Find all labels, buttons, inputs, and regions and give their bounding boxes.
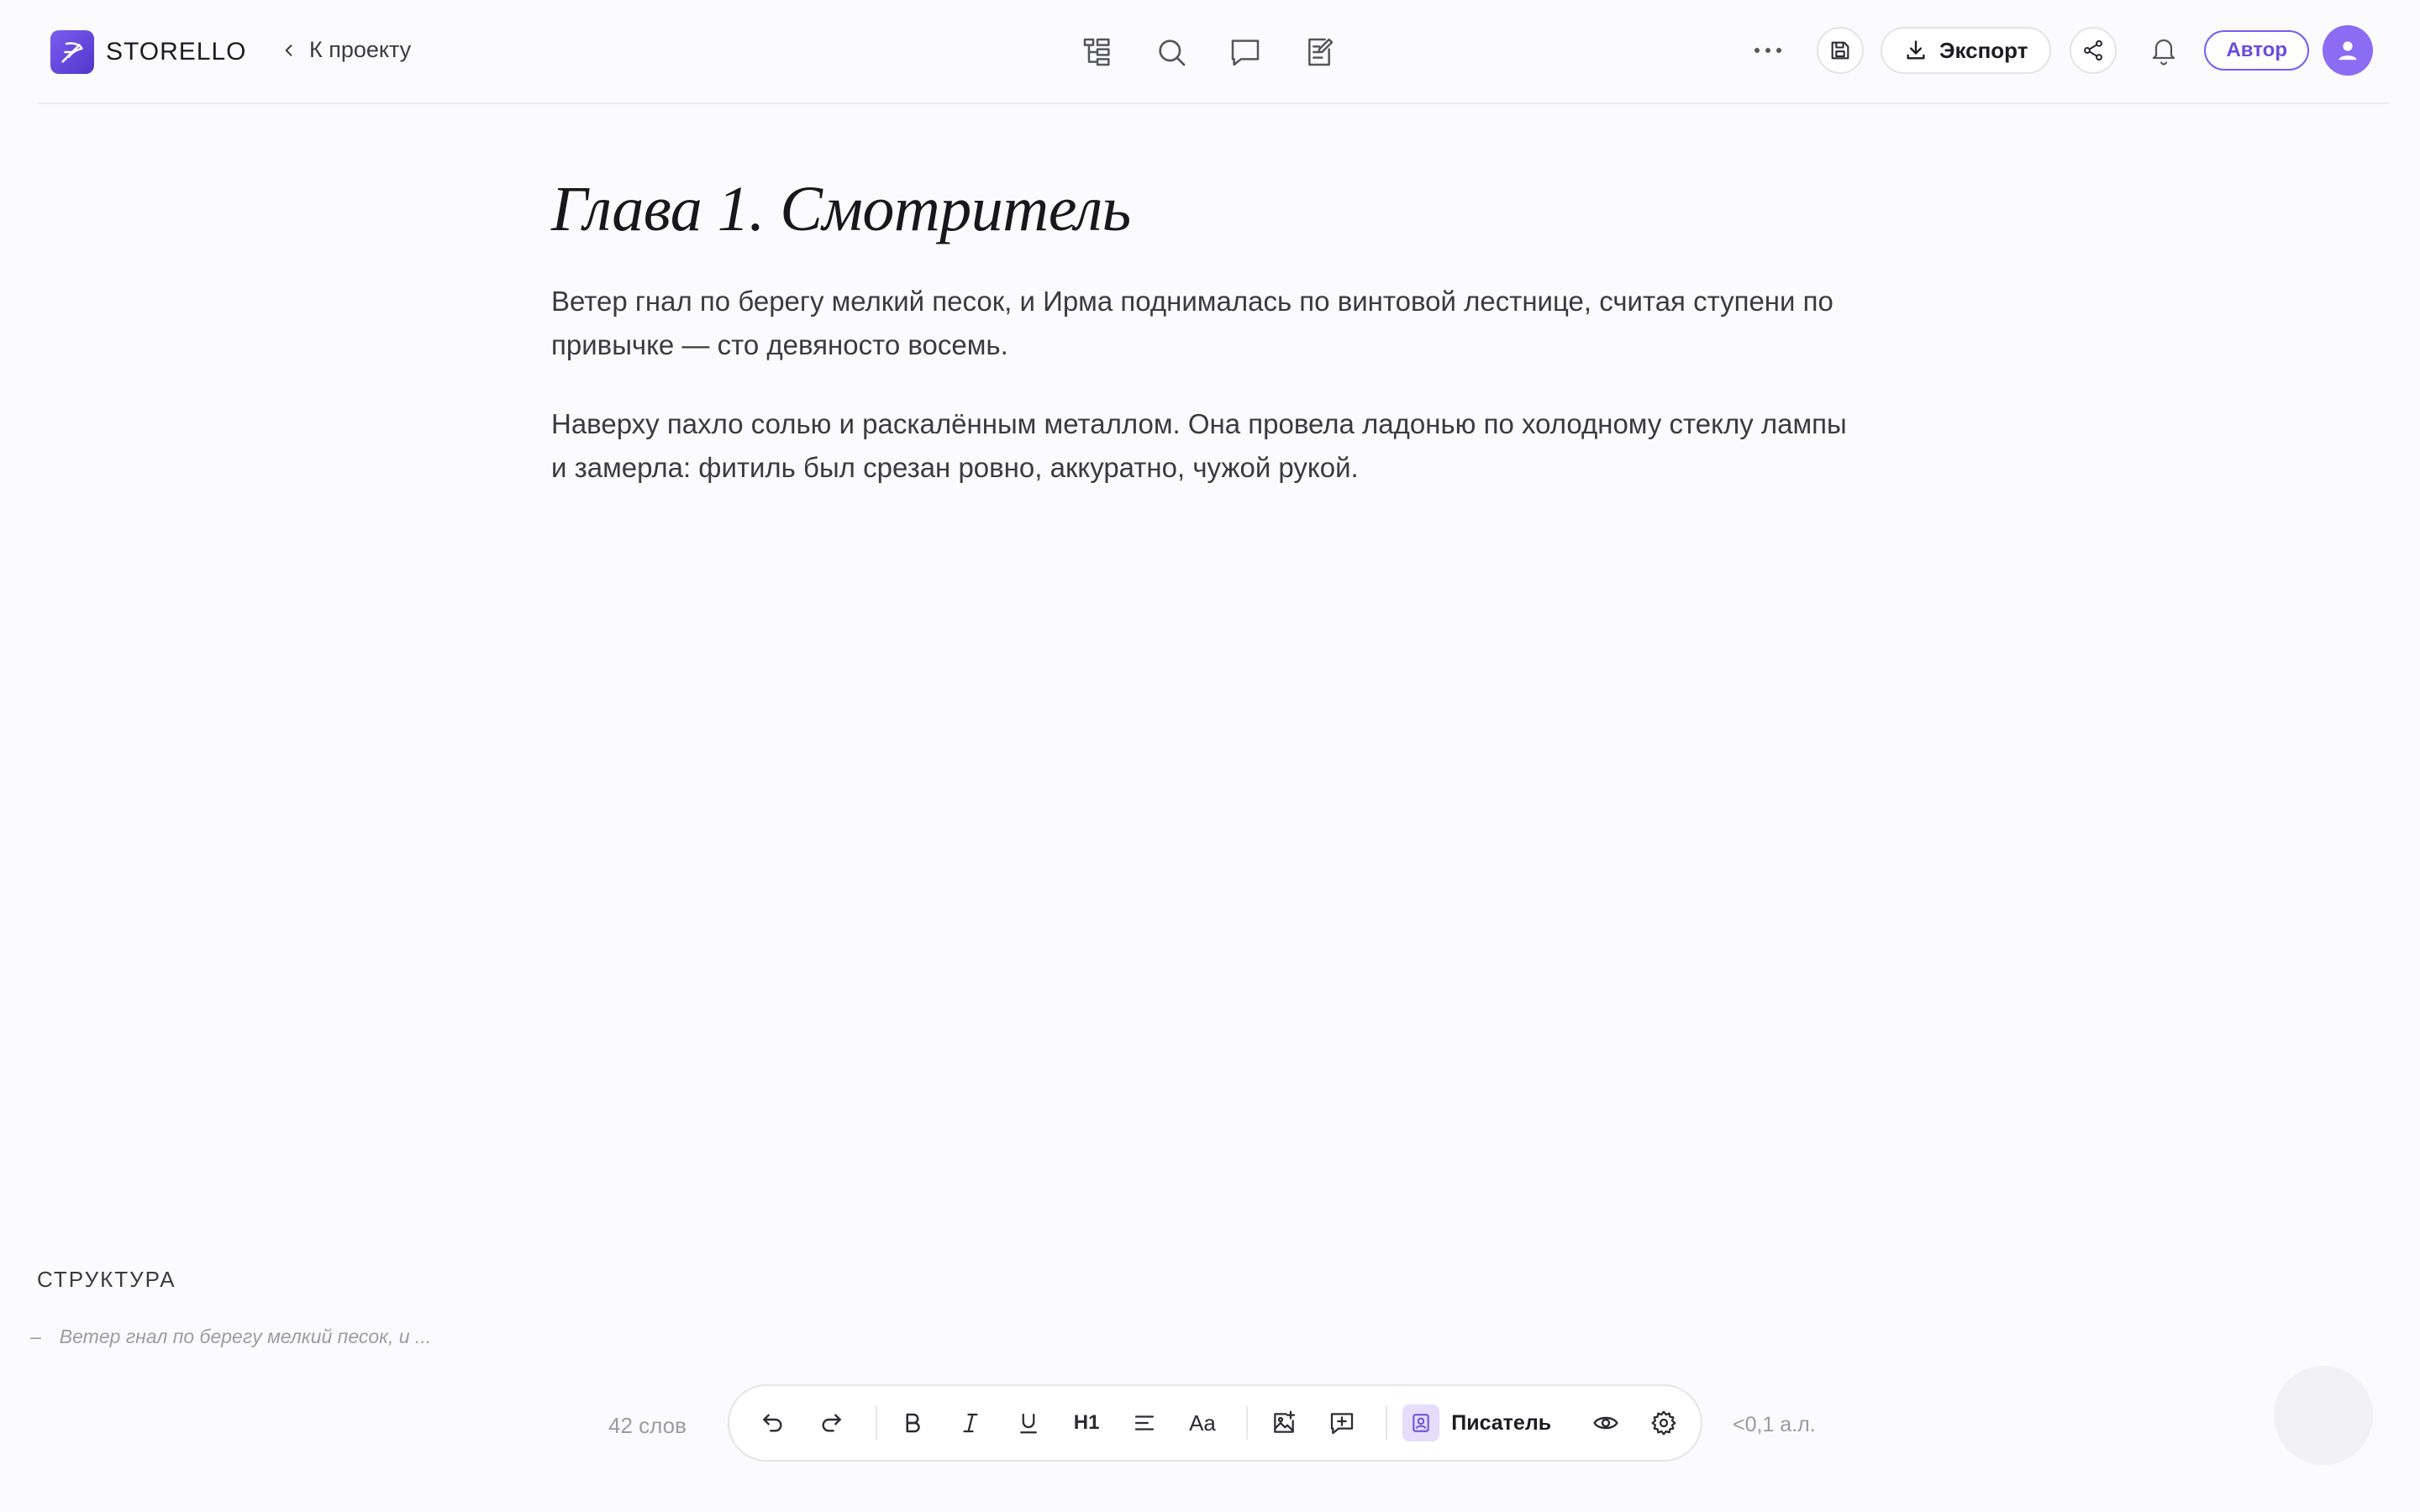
comment-add-icon [1330, 1413, 1353, 1435]
structure-item[interactable]: – Ветер гнал по берегу мелкий песок, и ..… [30, 1326, 431, 1348]
underline-icon [1020, 1413, 1038, 1434]
image-add-icon [1274, 1410, 1296, 1433]
settings-button[interactable] [1643, 1402, 1684, 1444]
undo-button[interactable] [753, 1402, 794, 1444]
role-badge[interactable]: Автор [2204, 30, 2309, 71]
toolbar-divider [1386, 1406, 1388, 1440]
structure-title: СТРУКТУРА [37, 1267, 176, 1292]
writer-profile-icon [1402, 1404, 1440, 1441]
heading-button[interactable]: H1 [1066, 1402, 1107, 1444]
bold-icon [906, 1413, 920, 1433]
insert-image-button[interactable] [1263, 1402, 1304, 1444]
toolbar-divider [1246, 1406, 1249, 1440]
align-button[interactable] [1124, 1402, 1165, 1444]
logo[interactable]: STORELLO [50, 30, 247, 74]
word-count: 42 слов [608, 1413, 687, 1438]
paragraph-2[interactable]: Наверху пахло солью и раскалённым металл… [551, 402, 1862, 490]
italic-button[interactable] [950, 1402, 992, 1444]
italic-icon [963, 1413, 978, 1433]
redo-button[interactable] [811, 1402, 852, 1444]
heading-label: H1 [1073, 1411, 1100, 1434]
add-comment-button[interactable] [1321, 1402, 1362, 1444]
user-avatar[interactable] [2323, 25, 2373, 76]
share-button[interactable] [2070, 27, 2118, 74]
more-options-icon[interactable] [1749, 32, 1786, 69]
paragraph-1[interactable]: Ветер гнал по берегу мелкий песок, и Ирм… [551, 280, 1862, 367]
preview-button[interactable] [1585, 1402, 1626, 1444]
notifications-bell-icon[interactable] [2140, 27, 2187, 74]
save-button[interactable] [1816, 27, 1864, 74]
chapter-title[interactable]: Глава 1. Смотритель [551, 173, 1862, 246]
eye-icon [1592, 1416, 1618, 1430]
redo-icon [822, 1414, 842, 1432]
chevron-left-icon [285, 44, 292, 56]
back-label: К проекту [309, 37, 412, 62]
center-tools [1079, 34, 1338, 71]
author-sheets-count: <0,1 а.л. [1733, 1413, 1816, 1436]
user-icon [2338, 41, 2357, 60]
logo-text: STORELLO [106, 38, 247, 66]
gear-icon [1651, 1410, 1676, 1436]
align-left-icon [1134, 1415, 1155, 1431]
top-bar: STORELLO К проекту Экспорт Автор [37, 0, 2390, 104]
feather-logo-icon [50, 30, 94, 74]
writer-mode-label: Писатель [1451, 1410, 1552, 1435]
bold-button[interactable] [892, 1402, 934, 1444]
font-label: Aa [1189, 1410, 1216, 1436]
undo-icon [763, 1414, 782, 1432]
export-button[interactable]: Экспорт [1880, 27, 2052, 74]
structure-panel: СТРУКТУРА – Ветер гнал по берегу мелкий п… [30, 1267, 431, 1347]
right-tools: Экспорт Автор [1749, 25, 2373, 76]
writer-mode-toggle[interactable]: Писатель [1402, 1404, 1551, 1441]
download-icon [1907, 40, 1925, 60]
formatting-toolbar: H1 Aa Писатель [728, 1384, 1702, 1462]
structure-item-dash: – [30, 1326, 41, 1347]
help-chat-button[interactable] [2274, 1366, 2373, 1465]
comment-icon[interactable] [1227, 34, 1264, 71]
save-icon [1831, 41, 1849, 60]
back-to-project-link[interactable]: К проекту [281, 37, 411, 63]
font-button[interactable]: Aa [1182, 1402, 1223, 1444]
export-label: Экспорт [1939, 37, 2028, 63]
share-icon [2084, 39, 2103, 61]
notes-edit-icon[interactable] [1301, 34, 1338, 71]
search-icon[interactable] [1153, 34, 1190, 71]
document-editor[interactable]: Глава 1. Смотритель Ветер гнал по берегу… [551, 173, 1862, 490]
toolbar-divider [875, 1406, 877, 1440]
structure-icon[interactable] [1079, 34, 1116, 71]
structure-item-text: Ветер гнал по берегу мелкий песок, и ... [59, 1326, 432, 1347]
underline-button[interactable] [1008, 1402, 1050, 1444]
